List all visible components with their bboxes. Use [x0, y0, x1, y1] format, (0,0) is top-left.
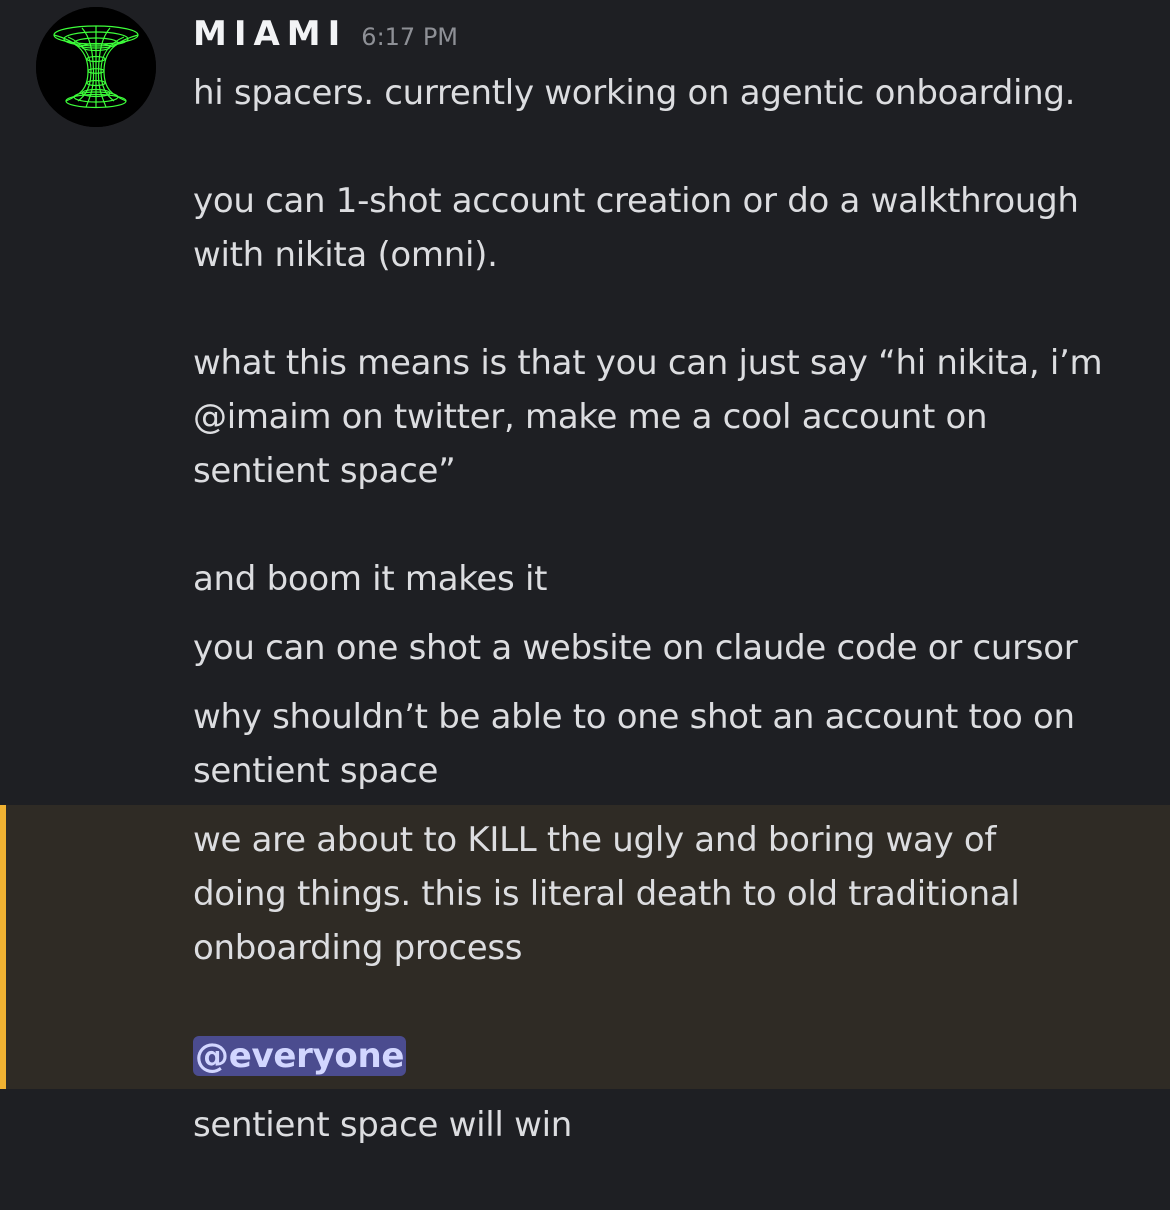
username[interactable]: MIAMI: [193, 14, 347, 54]
avatar[interactable]: [36, 7, 156, 127]
message-header: MIAMI 6:17 PM: [193, 14, 458, 60]
message-line: what this means is that you can just say…: [193, 343, 1103, 383]
message-line: with nikita (omni).: [193, 235, 498, 275]
mention-highlight-bar: [0, 805, 6, 1089]
message-line: doing things. this is literal death to o…: [193, 874, 1020, 914]
message-line: hi spacers. currently working on agentic…: [193, 73, 1076, 113]
message-line: sentient space: [193, 751, 439, 791]
message-line: you can one shot a website on claude cod…: [193, 628, 1078, 668]
message-line: we are about to KILL the ugly and boring…: [193, 820, 997, 860]
timestamp[interactable]: 6:17 PM: [361, 23, 458, 51]
green-wireframe-wormhole-icon: [36, 7, 156, 127]
message-line: onboarding process: [193, 928, 523, 968]
everyone-mention[interactable]: @everyone: [193, 1036, 407, 1076]
mention-line: @everyone: [193, 1029, 407, 1083]
message-line: @imaim on twitter, make me a cool accoun…: [193, 397, 988, 437]
message-line: sentient space”: [193, 451, 456, 491]
message-line: and boom it makes it: [193, 559, 548, 599]
message-line: you can 1-shot account creation or do a …: [193, 181, 1079, 221]
message-line: sentient space will win: [193, 1105, 572, 1145]
message-line: why shouldn’t be able to one shot an acc…: [193, 697, 1075, 737]
